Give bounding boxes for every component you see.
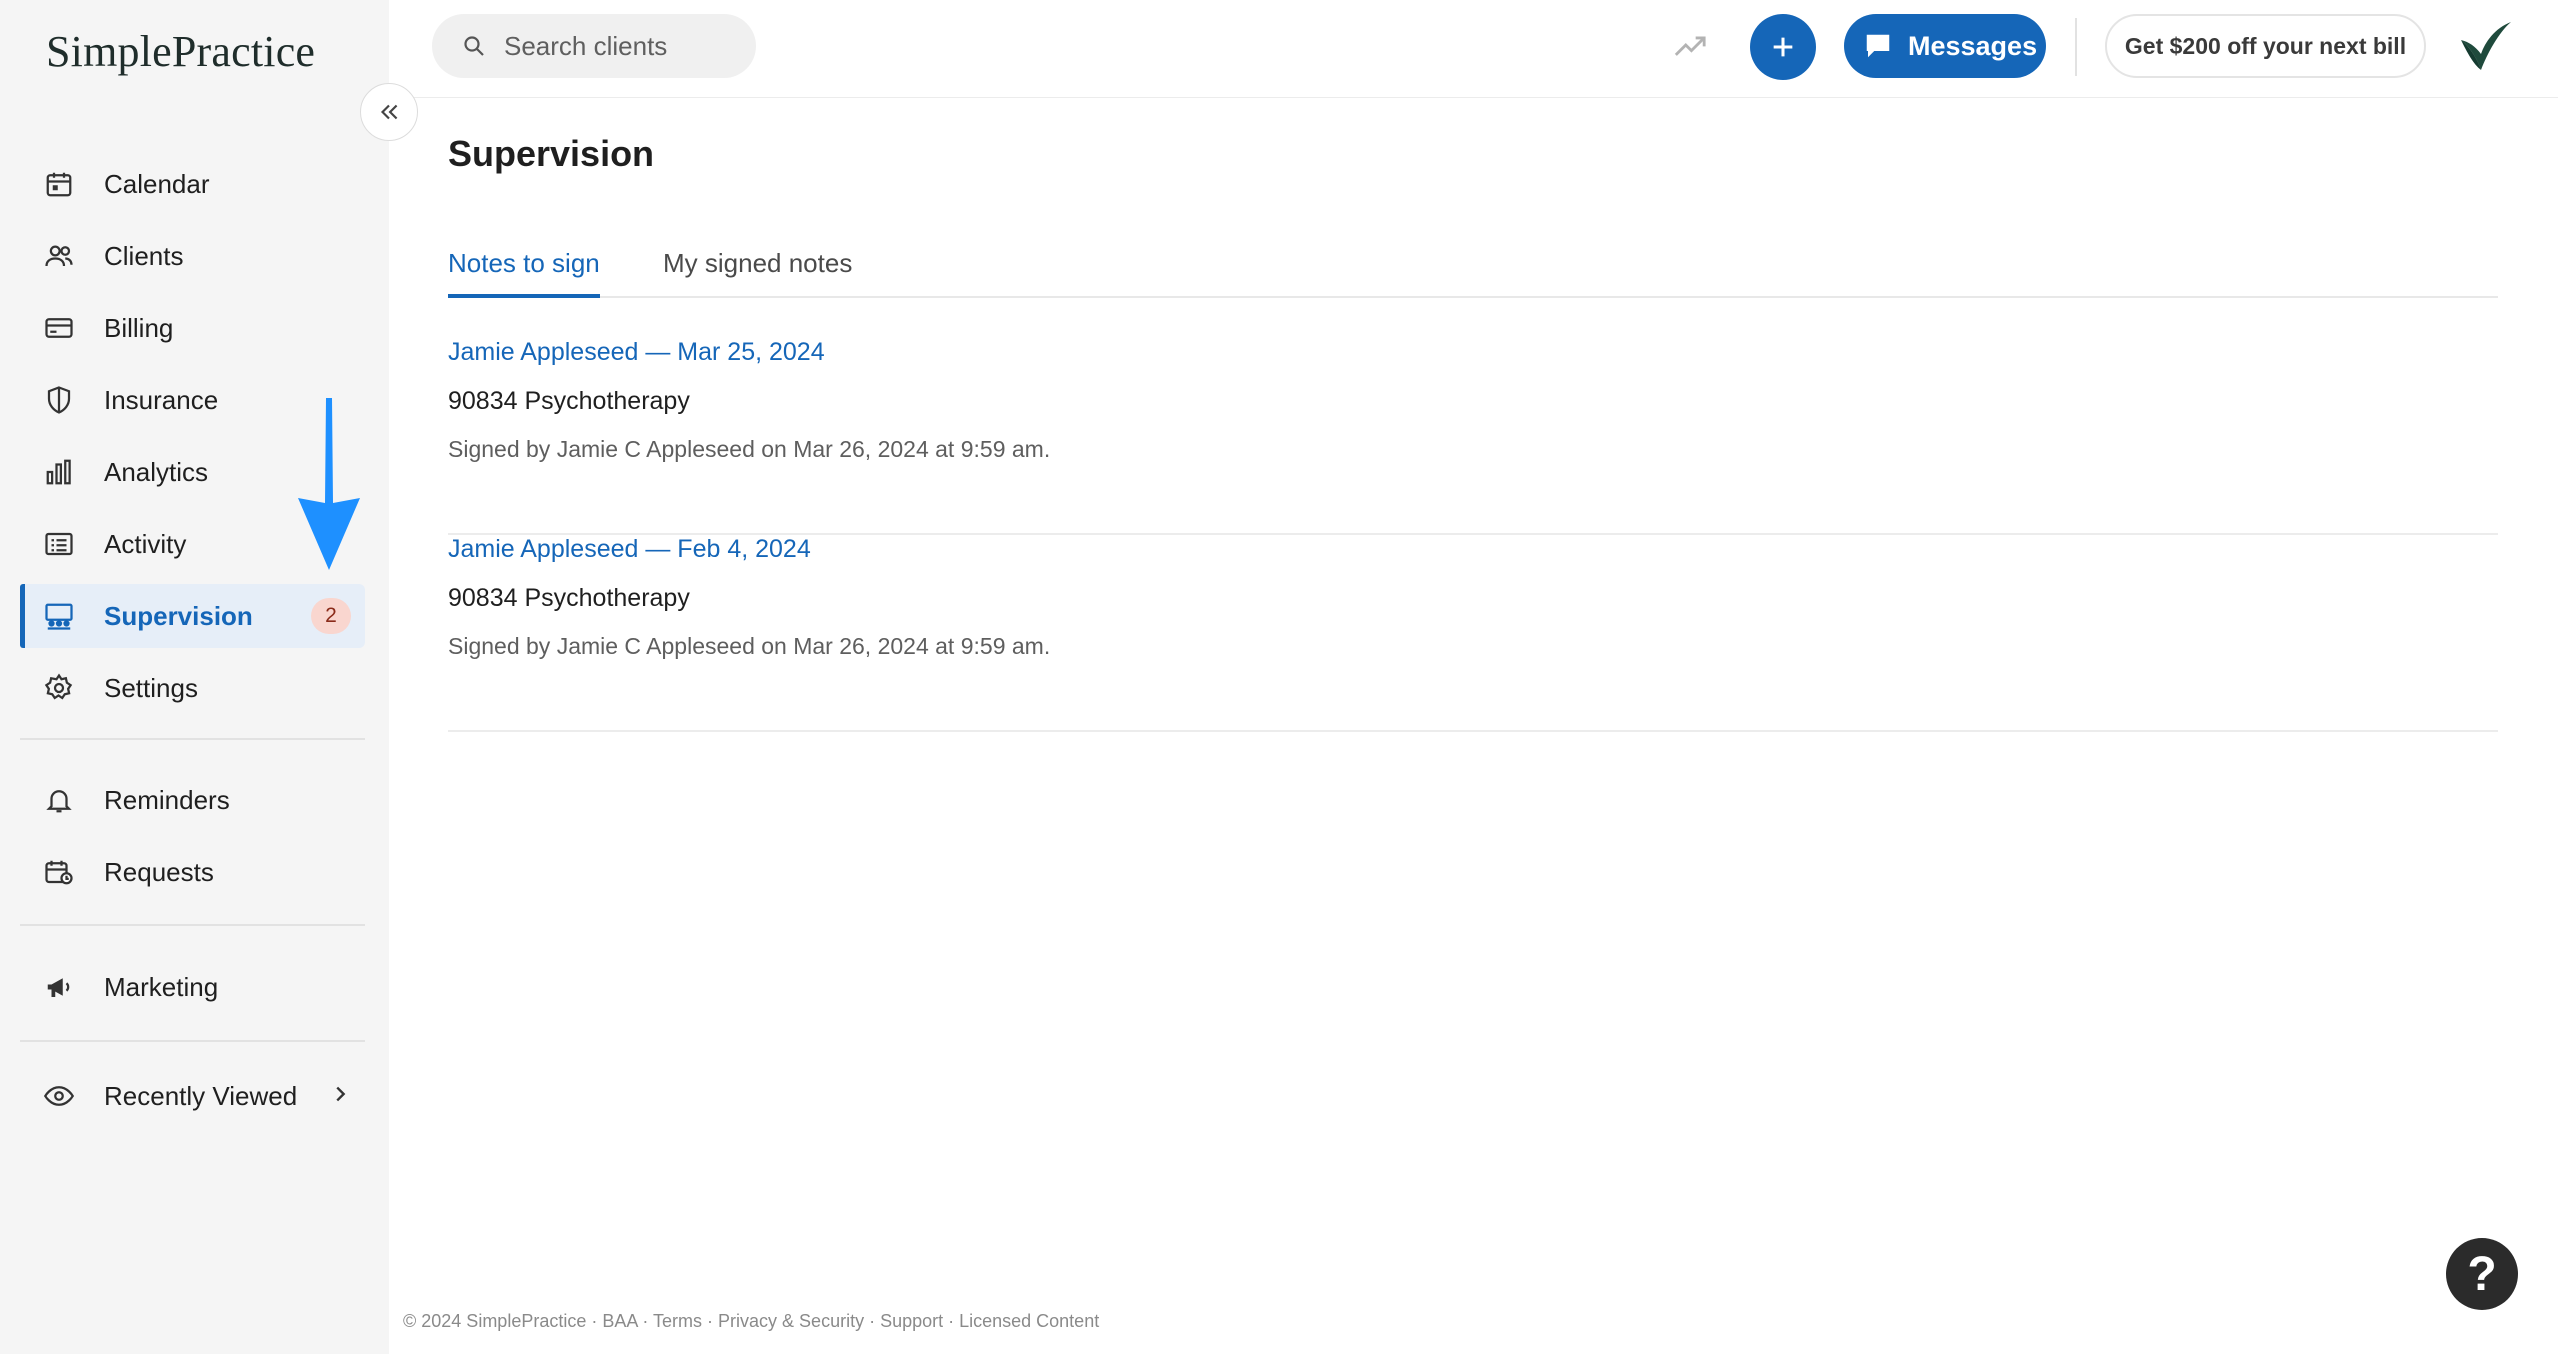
gear-icon [42,671,76,705]
note-signature-text: Signed by Jamie C Appleseed on Mar 26, 2… [448,633,1051,659]
chat-bubble-icon [1862,31,1894,66]
calendar-request-icon [42,855,76,889]
tab-notes-to-sign[interactable]: Notes to sign [448,248,600,298]
sidebar-item-supervision[interactable]: Supervision 2 [20,584,365,648]
note-link[interactable]: Jamie Appleseed — Mar 25, 2024 [448,338,825,367]
megaphone-icon [42,970,76,1004]
messages-button[interactable]: Messages [1844,14,2046,78]
sidebar-item-label: Marketing [104,971,219,1002]
sidebar: SimplePractice Calendar Clients Billing [0,0,389,1354]
create-new-button[interactable] [1750,14,1816,80]
billing-card-icon [42,311,76,345]
sidebar-item-recently-viewed[interactable]: Recently Viewed [20,1064,365,1128]
list-icon [42,527,76,561]
help-button[interactable]: ? [2446,1238,2518,1310]
top-bar: Messages Get $200 off your next bill [389,0,2558,98]
footer-links[interactable]: © 2024 SimplePractice · BAA · Terms · Pr… [403,1311,1099,1332]
note-list-item: Jamie Appleseed — Mar 25, 2024 90834 Psy… [448,338,2498,535]
sidebar-item-label: Insurance [104,384,219,415]
note-link[interactable]: Jamie Appleseed — Feb 4, 2024 [448,535,811,564]
tab-my-signed-notes[interactable]: My signed notes [663,248,852,296]
chevron-right-icon [329,1083,351,1110]
sidebar-item-settings[interactable]: Settings [20,656,365,720]
note-signature-text: Signed by Jamie C Appleseed on Mar 26, 2… [448,436,1051,462]
annotation-arrow-icon [298,398,360,570]
sidebar-item-label: Analytics [104,456,209,487]
calendar-icon [42,167,76,201]
shield-icon [42,383,76,417]
main-content: Supervision Notes to sign My signed note… [389,98,2558,1354]
trending-icon[interactable] [1671,28,1709,67]
sidebar-divider [20,1040,365,1042]
search-box [432,14,756,78]
note-service-code: 90834 Psychotherapy [448,387,690,415]
search-input[interactable] [504,14,744,78]
sidebar-item-label: Reminders [104,784,230,815]
sidebar-divider [20,738,365,740]
promo-discount-button[interactable]: Get $200 off your next bill [2105,14,2426,78]
plus-icon [1773,37,1793,57]
supervision-icon [42,599,76,633]
bar-chart-icon [42,455,76,489]
messages-label: Messages [1908,30,2038,61]
note-list-item: Jamie Appleseed — Feb 4, 2024 90834 Psyc… [448,535,2498,732]
sidebar-item-label: Supervision [104,600,253,631]
sidebar-item-label: Clients [104,240,184,271]
bell-icon [42,783,76,817]
tab-bar: Notes to sign My signed notes [448,248,2498,298]
page-title: Supervision [448,133,655,174]
sidebar-item-requests[interactable]: Requests [20,840,365,904]
sidebar-item-calendar[interactable]: Calendar [20,152,365,216]
sidebar-item-billing[interactable]: Billing [20,296,365,360]
app-root: SimplePractice Calendar Clients Billing [0,0,2558,1354]
sidebar-item-label: Recently Viewed [104,1080,298,1111]
sidebar-item-reminders[interactable]: Reminders [20,768,365,832]
note-service-code: 90834 Psychotherapy [448,584,690,612]
sidebar-item-label: Activity [104,528,187,559]
search-icon [462,34,486,63]
eye-icon [42,1079,76,1113]
sidebar-item-label: Settings [104,672,198,703]
sidebar-divider [20,924,365,926]
sidebar-item-label: Requests [104,856,214,887]
account-avatar-icon[interactable] [2455,18,2513,79]
clients-icon [42,239,76,273]
sidebar-item-marketing[interactable]: Marketing [20,955,365,1019]
brand-logo[interactable]: SimplePractice [46,26,315,77]
sidebar-item-label: Billing [104,312,174,343]
sidebar-item-clients[interactable]: Clients [20,224,365,288]
double-chevron-left-icon [380,104,398,120]
sidebar-item-label: Calendar [104,168,210,199]
collapse-sidebar-button[interactable] [360,83,418,141]
toolbar-separator [2075,18,2077,76]
notification-count-badge: 2 [311,598,351,634]
